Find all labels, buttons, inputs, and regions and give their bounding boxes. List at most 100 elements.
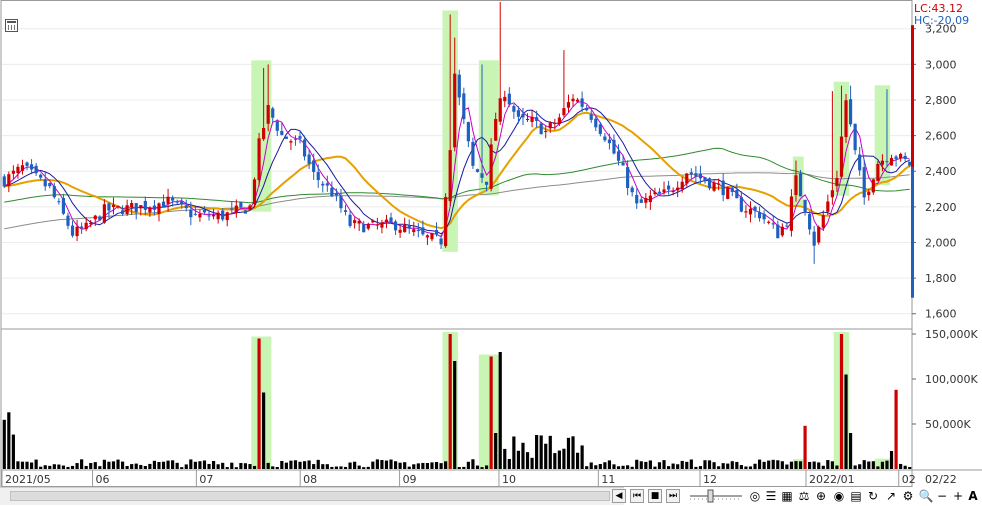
volume-bar [189,459,193,469]
volume-bar [444,461,448,469]
volume-bar [594,465,598,469]
palette-icon[interactable]: ◉ [832,489,846,503]
date-tick-label: 09 [403,473,417,486]
volume-bar [680,460,684,469]
compare-icon[interactable]: ⚖ [797,489,811,503]
volume-bar [503,448,507,469]
calendar-icon[interactable] [5,19,18,32]
price-tick-label: 2,000 [925,236,957,249]
volume-bar [808,462,812,469]
volume-bar [471,459,475,469]
zoom-in-icon[interactable]: + [951,489,965,503]
volume-bar [134,463,138,469]
price-tick-label: 2,800 [925,94,957,107]
volume-bar [143,465,147,469]
volume-bar [57,464,61,469]
candle [252,177,257,208]
volume-bar [193,461,197,469]
volume-bar [507,459,511,469]
volume-bar [794,461,798,469]
volume-tick-label: 50,000K [925,418,971,431]
zoom-slider-handle [707,489,714,503]
volume-bar [630,466,634,469]
candle [489,138,493,192]
volume-bar [353,461,357,469]
volume-bar [703,460,707,469]
volume-bar [430,462,434,469]
volume-bar [899,463,903,469]
volume-bar [512,436,516,469]
volume-bar [689,459,693,469]
volume-bar [730,461,734,469]
volume-bar [2,419,6,469]
volume-bar [744,466,748,469]
volume-bar [867,461,871,469]
indicator-icon[interactable]: ◎ [748,489,762,503]
volume-bar [416,463,420,469]
volume-bar [457,467,461,469]
volume-bar [776,460,780,469]
volume-bar [721,463,725,469]
volume-bar [848,433,853,469]
zoom-out-icon[interactable]: − [935,489,949,503]
date-tick-label: 02 [902,473,916,486]
volume-bar [384,460,389,469]
volume-bar [107,461,111,469]
volume-bar [211,460,216,469]
volume-bar [289,460,293,469]
settings-icon[interactable]: ⚙ [901,489,915,503]
volume-bar [894,389,898,469]
volume-bar [243,463,248,469]
volume-bar [575,452,580,469]
list-icon[interactable]: ☰ [764,489,778,503]
prev-page-icon[interactable]: ⏮ [630,489,644,503]
volume-bar [207,463,211,469]
volume-bar [580,445,584,469]
volume-bar [739,465,743,469]
volume-bar [607,460,612,469]
volume-bar [39,466,43,469]
search-icon[interactable]: 🔍 [919,489,934,503]
crosshair-icon[interactable]: ⊕ [814,489,828,503]
volume-bar [662,460,666,469]
layout-icon[interactable]: ▤ [849,489,863,503]
text-tool-icon[interactable]: A [966,489,980,503]
volume-bar [175,462,179,469]
volume-bar [908,467,912,469]
volume-bar [475,465,480,469]
price-tick-label: 2,400 [925,165,957,178]
trend-icon[interactable]: ↗ [884,489,898,503]
date-tick-label: 2022/01 [809,473,855,486]
volume-bar [671,463,675,469]
next-icon[interactable]: ⏭ [666,489,680,503]
volume-bar [66,466,70,469]
volume-bar [876,466,880,469]
volume-bar [644,461,648,469]
volume-bar [803,425,807,469]
grid-icon[interactable]: ▦ [780,489,794,503]
chart-scrollbar[interactable] [0,487,624,505]
volume-bar [334,466,339,469]
volume-bar [102,459,106,469]
volume-bar [148,463,152,469]
candle [257,132,261,187]
stop-icon[interactable]: ■ [648,489,662,503]
volume-bar [525,452,530,469]
volume-bar [767,460,771,469]
volume-bar [161,461,166,469]
volume-bar [221,462,225,469]
zoom-slider[interactable] [688,487,744,504]
price-tick-label: 2,200 [925,201,957,214]
volume-bar [266,462,270,469]
volume-bar [421,462,425,469]
volume-bar [298,461,302,469]
volume-bar [389,459,393,469]
volume-bar [302,461,307,469]
volume-bar [712,462,716,469]
refresh-icon[interactable]: ↻ [866,489,880,503]
volume-bar [521,442,525,469]
scrollbar-thumb[interactable] [10,491,610,501]
volume-bar [252,465,257,469]
scroll-left-icon[interactable]: ◀ [612,489,626,503]
date-tick-label: 10 [502,473,516,486]
